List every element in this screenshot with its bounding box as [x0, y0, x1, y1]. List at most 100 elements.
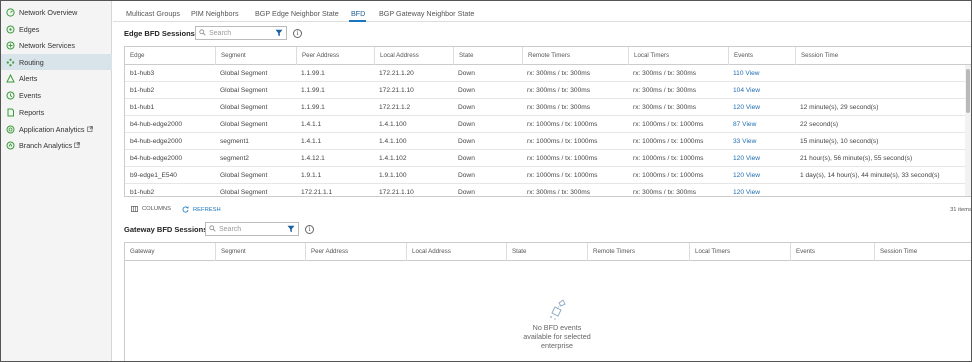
sidebar-item-label: Alerts: [19, 73, 38, 83]
tab-bfd[interactable]: BFD: [351, 9, 365, 18]
events-view-link[interactable]: 87 View: [728, 116, 795, 133]
column-header[interactable]: Local Address: [406, 243, 506, 261]
column-header[interactable]: Remote Timers: [587, 243, 689, 261]
sidebar-item-network-services[interactable]: Network Services: [1, 37, 112, 53]
search-placeholder: Search: [209, 29, 232, 37]
table-cell: rx: 1000ms / tx: 1000ms: [527, 155, 598, 162]
column-header[interactable]: Local Address: [374, 47, 453, 65]
table-row[interactable]: b1-hub2 Global Segment 172.21.1.1 172.21.1.…: [125, 184, 971, 196]
table-cell: Global Segment: [220, 172, 268, 179]
filter-icon[interactable]: [275, 29, 283, 39]
reports-icon: [6, 108, 15, 117]
sidebar-item-label: Routing: [19, 57, 44, 67]
columns-button[interactable]: COLUMNS: [131, 206, 171, 212]
edge-bfd-table: Edge Segment Peer Address Local Address …: [124, 46, 971, 197]
refresh-button[interactable]: REFRESH: [182, 206, 221, 213]
table-cell: Down: [458, 70, 475, 77]
table-row[interactable]: b1-hub2 Global Segment 1.1.99.1 172.21.1.10…: [125, 82, 971, 99]
info-icon[interactable]: i: [305, 225, 314, 234]
filter-icon[interactable]: [287, 225, 295, 235]
events-view-link[interactable]: 120 View: [728, 184, 795, 196]
column-header[interactable]: Gateway: [125, 243, 215, 261]
table-cell: 1.4.1.1: [301, 121, 322, 128]
gateway-bfd-title: Gateway BFD Sessions: [124, 225, 208, 234]
tab-bgp-edge-neighbor-state[interactable]: BGP Edge Neighbor State: [255, 9, 339, 18]
table-cell: rx: 1000ms / tx: 1000ms: [527, 138, 598, 145]
table-cell: 172.21.1.20: [379, 70, 414, 77]
table-cell: Global Segment: [220, 104, 268, 111]
table-row[interactable]: b4-hub-edge2000 segment1 1.4.1.1 1.4.1.100 D…: [125, 133, 971, 150]
column-header[interactable]: State: [453, 47, 522, 65]
network-services-icon: [6, 41, 15, 50]
branch-analytics-icon: [6, 141, 15, 150]
column-header[interactable]: Local Timers: [628, 47, 728, 65]
table-row[interactable]: b1-hub3 Global Segment 1.1.99.1 172.21.1.20…: [125, 65, 971, 82]
scroll-thumb[interactable]: [966, 69, 970, 113]
edge-search-input[interactable]: Search: [195, 26, 287, 40]
sidebar-item-network-overview[interactable]: Network Overview: [1, 4, 112, 20]
events-view-link[interactable]: 120 View: [728, 150, 795, 167]
table-row[interactable]: b4-hub-edge2000 segment2 1.4.12.1 1.4.1.102…: [125, 150, 971, 167]
tab-pim-neighbors[interactable]: PIM Neighbors: [191, 9, 239, 18]
column-header[interactable]: Session Time: [874, 243, 971, 261]
search-icon: [209, 224, 216, 234]
main-content: Multicast Groups PIM Neighbors BGP Edge …: [113, 1, 971, 361]
sidebar-item-branch-analytics[interactable]: Branch Analytics: [1, 137, 112, 153]
tab-bgp-gateway-neighbor-state[interactable]: BGP Gateway Neighbor State: [379, 9, 474, 18]
table-cell: 1.4.12.1: [301, 155, 325, 162]
table-cell: b1-hub3: [130, 70, 155, 77]
tab-bar: Multicast Groups PIM Neighbors BGP Edge …: [113, 1, 971, 22]
table-cell: 1.1.99.1: [301, 104, 325, 111]
column-header[interactable]: Segment: [215, 47, 296, 65]
column-header[interactable]: Local Timers: [689, 243, 790, 261]
sidebar-item-label: Branch Analytics: [19, 140, 73, 150]
table-cell: Down: [458, 104, 475, 111]
table-row[interactable]: b1-hub1 Global Segment 1.1.99.1 172.21.1.2 D…: [125, 99, 971, 116]
sidebar-item-label: Reports: [19, 107, 45, 117]
table-cell: Down: [458, 121, 475, 128]
table-cell: rx: 300ms / tx: 300ms: [633, 87, 697, 94]
table-header: Gateway Segment Peer Address Local Addre…: [125, 243, 971, 261]
info-icon[interactable]: i: [293, 29, 302, 38]
table-cell: Global Segment: [220, 87, 268, 94]
table-cell: 1 day(s), 14 hour(s), 44 minute(s), 33 s…: [800, 172, 940, 179]
events-view-link[interactable]: 33 View: [728, 133, 795, 150]
column-header[interactable]: Edge: [125, 47, 215, 65]
tab-multicast-groups[interactable]: Multicast Groups: [126, 9, 180, 18]
events-view-link[interactable]: 110 View: [728, 65, 795, 82]
sidebar-item-application-analytics[interactable]: Application Analytics: [1, 121, 112, 137]
sidebar-item-events[interactable]: Events: [1, 87, 112, 103]
table-scrollbar[interactable]: [965, 65, 971, 196]
columns-label: COLUMNS: [142, 206, 171, 212]
events-view-link[interactable]: 120 View: [728, 167, 795, 184]
table-cell: 172.21.1.10: [379, 87, 414, 94]
table-cell: b1-hub2: [130, 87, 155, 94]
table-cell: rx: 1000ms / tx: 1000ms: [633, 172, 704, 179]
column-header[interactable]: Peer Address: [305, 243, 406, 261]
sidebar-item-alerts[interactable]: Alerts: [1, 70, 112, 86]
table-cell: b4-hub-edge2000: [130, 138, 183, 145]
sidebar-item-routing[interactable]: Routing: [1, 54, 112, 70]
column-header[interactable]: State: [506, 243, 587, 261]
table-cell: [795, 184, 967, 196]
column-header[interactable]: Session Time: [795, 47, 967, 65]
sidebar-item-reports[interactable]: Reports: [1, 104, 112, 120]
events-view-link[interactable]: 104 View: [728, 82, 795, 99]
alerts-icon: [6, 73, 15, 83]
column-header[interactable]: Segment: [215, 243, 305, 261]
column-header[interactable]: Events: [790, 243, 874, 261]
table-row[interactable]: b4-hub-edge2000 Global Segment 1.4.1.1 1.4.…: [125, 116, 971, 133]
column-header[interactable]: Remote Timers: [522, 47, 628, 65]
edge-bfd-title: Edge BFD Sessions: [124, 29, 195, 38]
network-overview-icon: [6, 7, 15, 17]
table-cell: b4-hub-edge2000: [130, 155, 183, 162]
table-cell: 1.9.1.100: [379, 172, 407, 179]
column-header[interactable]: Peer Address: [296, 47, 374, 65]
table-row[interactable]: b9-edge1_E540 Global Segment 1.9.1.1 1.9.1.…: [125, 167, 971, 184]
table-cell: 1.4.1.102: [379, 155, 407, 162]
column-header[interactable]: Events: [728, 47, 795, 65]
app-frame: Network Overview Edges Network Services …: [0, 0, 972, 362]
events-view-link[interactable]: 120 View: [728, 99, 795, 116]
gateway-search-input[interactable]: Search: [205, 222, 299, 236]
sidebar-item-edges[interactable]: Edges: [1, 21, 112, 37]
